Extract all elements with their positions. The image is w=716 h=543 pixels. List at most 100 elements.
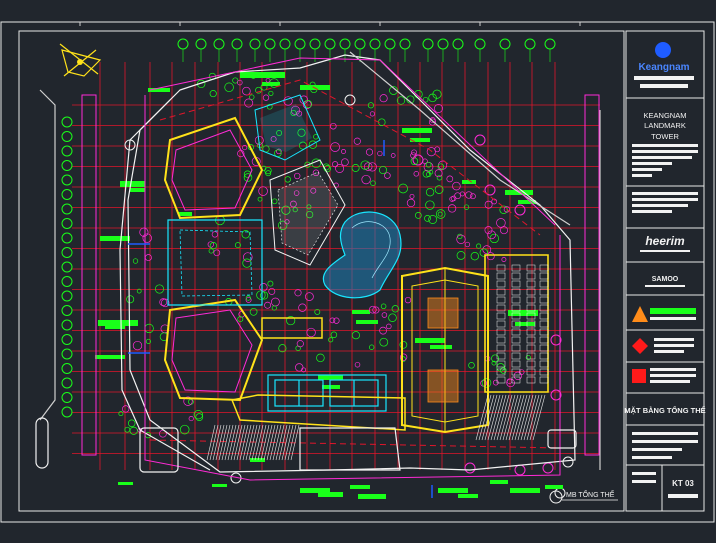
parking-stall — [539, 328, 549, 336]
annotation-tag — [100, 236, 130, 241]
red-square-logo-icon — [632, 369, 646, 383]
tree-symbol — [341, 158, 349, 167]
grid-bubble — [61, 276, 73, 287]
parking-stall — [526, 344, 536, 352]
keangnam-logo-icon — [655, 42, 671, 58]
annotation-tag — [130, 188, 145, 192]
tree-symbol — [378, 165, 388, 175]
parking-stall — [496, 320, 506, 328]
grid-bubble — [324, 38, 336, 50]
tree-symbol — [330, 331, 338, 339]
frame-tick-marks — [79, 22, 581, 26]
tree-symbol — [265, 77, 271, 83]
parking-stall — [511, 360, 521, 368]
parking-stall — [539, 344, 549, 352]
site-plan-drawing: MB TỔNG THỂ Keangnam KEANGNAM LANDMARK T… — [0, 21, 715, 523]
tree-symbol — [242, 86, 251, 96]
tree-symbol — [435, 209, 446, 219]
parking-stall — [496, 328, 506, 336]
brand-name: Keangnam — [638, 62, 689, 73]
tree-symbol — [386, 323, 392, 330]
tree-symbol — [425, 188, 435, 197]
grid-bubble — [61, 189, 73, 200]
tree-symbol — [332, 161, 339, 168]
grid-bubble — [61, 377, 73, 389]
grid-bubble — [61, 348, 73, 360]
title-block: Keangnam KEANGNAM LANDMARK TOWER heerim … — [624, 42, 706, 511]
tree-symbol — [379, 337, 389, 347]
parking-stall — [539, 336, 549, 344]
tree-symbol — [388, 313, 397, 322]
grid-bubble — [61, 232, 73, 244]
tree-symbol — [271, 198, 278, 205]
grid-bubble — [231, 38, 243, 50]
parking-stall — [496, 296, 506, 304]
water-pool — [322, 211, 402, 299]
tree-symbol — [449, 196, 455, 202]
plan-label-group: MB TỔNG THỂ — [549, 490, 618, 504]
tree-symbol — [264, 301, 272, 309]
parking-stall — [496, 336, 506, 344]
tree-symbol — [379, 94, 388, 103]
tree-symbol — [132, 258, 139, 264]
tree-symbol — [384, 172, 391, 179]
central-plaza — [254, 94, 346, 266]
tree-symbol — [328, 337, 334, 343]
parking-stall — [539, 312, 549, 320]
tree-symbol — [501, 257, 507, 262]
tree-symbol — [399, 340, 408, 349]
grid-bubble — [452, 38, 464, 50]
tree-symbol — [476, 243, 482, 249]
grid-bubble — [524, 38, 536, 50]
project-name-line3: TOWER — [651, 132, 679, 141]
tree-symbol — [224, 82, 234, 93]
tree-symbol — [456, 251, 466, 260]
tree-symbol — [294, 289, 302, 297]
cad-viewport: MB TỔNG THỂ Keangnam KEANGNAM LANDMARK T… — [0, 0, 716, 538]
parking-stall — [526, 296, 536, 304]
tree-symbol — [365, 148, 374, 156]
parking-stall — [511, 352, 521, 360]
heerim-logo: heerim — [645, 234, 685, 248]
tree-symbol — [188, 399, 194, 405]
orange-company-logo-icon — [632, 306, 648, 322]
annotation-tag — [356, 320, 378, 324]
title-block-frame — [625, 30, 705, 512]
parking-stall — [526, 264, 536, 272]
annotation-tag — [322, 385, 340, 389]
annotation-tag — [318, 375, 343, 380]
tree-symbol — [470, 252, 479, 261]
parking-stall — [539, 272, 549, 280]
tree-symbol — [296, 340, 304, 348]
annotation-tag — [350, 485, 370, 489]
project-name-line1: KEANGNAM — [644, 111, 687, 120]
parking-stall — [511, 280, 521, 288]
grid-bubble — [61, 174, 73, 186]
parking-stall — [511, 272, 521, 280]
tree-symbol — [456, 234, 466, 244]
north-arrow-icon — [59, 43, 102, 77]
grid-bubble — [544, 38, 556, 50]
tower-core-hatch — [427, 297, 459, 403]
parking-stall — [496, 264, 506, 272]
tree-symbol — [284, 176, 291, 183]
tree-symbol — [188, 416, 194, 422]
annotation-tag — [402, 128, 432, 133]
tree-symbol — [209, 90, 217, 98]
tree-symbol — [390, 153, 396, 158]
marker-bubble — [412, 154, 424, 166]
parking-stall — [526, 368, 536, 376]
tree-symbol — [249, 94, 255, 100]
parking-stall — [539, 264, 549, 272]
parking-stall — [526, 352, 536, 360]
grid-bubble — [61, 305, 73, 316]
tree-symbol — [428, 215, 438, 224]
tree-symbol — [316, 353, 325, 363]
grid-bubble — [61, 334, 73, 345]
tree-symbol — [489, 233, 499, 244]
grid-bubble — [61, 116, 73, 128]
marker-bubble — [514, 464, 526, 476]
annotation-tag — [120, 181, 145, 187]
grid-bubble — [61, 247, 73, 258]
tree-symbol — [257, 196, 263, 202]
